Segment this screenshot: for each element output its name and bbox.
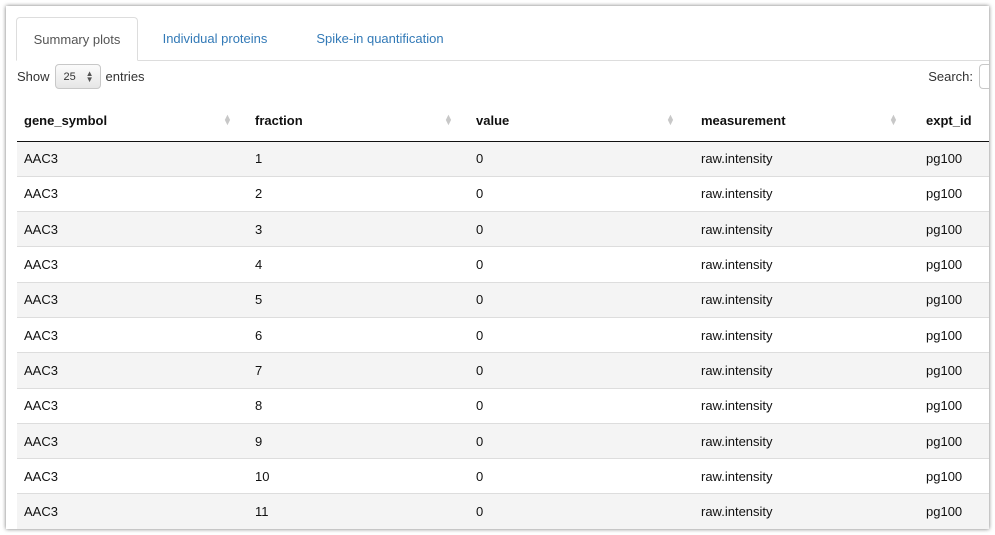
cell-measurement: raw.intensity <box>681 175 904 212</box>
cell-expt-id: pg100 <box>904 141 989 177</box>
cell-measurement: raw.intensity <box>681 316 904 353</box>
cell-expt-id: pg100 <box>904 281 989 318</box>
cell-value: 0 <box>459 493 681 529</box>
table-row: AAC3 10 0 raw.intensity pg100 <box>17 458 989 494</box>
column-header-fraction[interactable]: fraction ▲ ▼ <box>238 100 459 142</box>
cell-fraction: 10 <box>238 458 459 494</box>
cell-measurement: raw.intensity <box>681 493 904 529</box>
cell-measurement: raw.intensity <box>681 422 904 459</box>
table-header-row: gene_symbol ▲ ▼ fraction ▲ ▼ value ▲ ▼ meas… <box>17 100 989 142</box>
cell-measurement: raw.intensity <box>681 211 904 247</box>
tab-summary-plots[interactable]: Summary plots <box>16 17 138 61</box>
cell-gene-symbol: AAC3 <box>17 387 238 424</box>
cell-value: 0 <box>459 387 681 424</box>
cell-gene-symbol: AAC3 <box>17 316 238 353</box>
cell-measurement: raw.intensity <box>681 141 904 177</box>
sort-icon: ▲ ▼ <box>223 112 232 127</box>
cell-value: 0 <box>459 422 681 459</box>
table-row: AAC3 7 0 raw.intensity pg100 <box>17 352 989 389</box>
cell-expt-id: pg100 <box>904 352 989 389</box>
select-arrows-icon: ▲ ▼ <box>85 68 94 84</box>
sort-icon: ▲ ▼ <box>666 112 675 127</box>
sort-icon: ▲ ▼ <box>444 112 453 127</box>
cell-measurement: raw.intensity <box>681 387 904 424</box>
cell-fraction: 9 <box>238 422 459 459</box>
cell-fraction: 8 <box>238 387 459 424</box>
table-row: AAC3 3 0 raw.intensity pg100 <box>17 211 989 247</box>
cell-fraction: 6 <box>238 316 459 353</box>
cell-fraction: 7 <box>238 352 459 389</box>
entries-select[interactable]: 25 ▲ ▼ <box>54 64 101 89</box>
cell-fraction: 4 <box>238 246 459 283</box>
tab-bar: Summary plots Individual proteins Spike-… <box>16 17 989 61</box>
cell-measurement: raw.intensity <box>681 281 904 318</box>
cell-fraction: 3 <box>238 211 459 247</box>
search-label: Search: <box>928 69 973 84</box>
cell-measurement: raw.intensity <box>681 352 904 389</box>
cell-value: 0 <box>459 141 681 177</box>
cell-gene-symbol: AAC3 <box>17 422 238 459</box>
cell-fraction: 1 <box>238 141 459 177</box>
table-row: AAC3 11 0 raw.intensity pg100 <box>17 493 989 529</box>
app-window: Summary plots Individual proteins Spike-… <box>6 6 989 529</box>
cell-gene-symbol: AAC3 <box>17 175 238 212</box>
cell-fraction: 5 <box>238 281 459 318</box>
column-header-value[interactable]: value ▲ ▼ <box>459 100 681 142</box>
column-header-label: fraction <box>255 112 303 128</box>
cell-gene-symbol: AAC3 <box>17 458 238 494</box>
column-header-label: gene_symbol <box>24 112 108 128</box>
cell-gene-symbol: AAC3 <box>17 211 238 247</box>
show-label: Show <box>17 69 50 84</box>
table-row: AAC3 1 0 raw.intensity pg100 <box>17 141 989 177</box>
cell-expt-id: pg100 <box>904 387 989 424</box>
cell-gene-symbol: AAC3 <box>17 352 238 389</box>
table-row: AAC3 2 0 raw.intensity pg100 <box>17 175 989 212</box>
cell-gene-symbol: AAC3 <box>17 493 238 529</box>
cell-measurement: raw.intensity <box>681 246 904 283</box>
cell-fraction: 11 <box>238 493 459 529</box>
search-control: Search: <box>928 64 989 89</box>
column-header-label: value <box>476 112 510 128</box>
table-row: AAC3 9 0 raw.intensity pg100 <box>17 422 989 459</box>
cell-gene-symbol: AAC3 <box>17 281 238 318</box>
column-header-label: expt_id <box>926 112 972 128</box>
table-row: AAC3 8 0 raw.intensity pg100 <box>17 387 989 424</box>
cell-value: 0 <box>459 316 681 353</box>
cell-value: 0 <box>459 352 681 389</box>
table-row: AAC3 5 0 raw.intensity pg100 <box>17 281 989 318</box>
tab-individual-proteins[interactable]: Individual proteins <box>145 17 285 59</box>
cell-value: 0 <box>459 281 681 318</box>
column-header-gene-symbol[interactable]: gene_symbol ▲ ▼ <box>17 100 238 142</box>
cell-gene-symbol: AAC3 <box>17 246 238 283</box>
search-input[interactable] <box>979 64 989 89</box>
cell-expt-id: pg100 <box>904 211 989 247</box>
cell-expt-id: pg100 <box>904 493 989 529</box>
column-header-measurement[interactable]: measurement ▲ ▼ <box>681 100 904 142</box>
table-row: AAC3 4 0 raw.intensity pg100 <box>17 246 989 283</box>
column-header-label: measurement <box>701 112 786 128</box>
entries-label: entries <box>105 69 145 84</box>
cell-value: 0 <box>459 175 681 212</box>
table-row: AAC3 6 0 raw.intensity pg100 <box>17 316 989 353</box>
column-header-expt-id[interactable]: expt_id <box>904 100 989 142</box>
entries-length-control: Show 25 ▲ ▼ entries <box>17 64 145 89</box>
cell-value: 0 <box>459 246 681 283</box>
cell-expt-id: pg100 <box>904 175 989 212</box>
cell-fraction: 2 <box>238 175 459 212</box>
cell-gene-symbol: AAC3 <box>17 141 238 177</box>
sort-icon: ▲ ▼ <box>889 112 898 127</box>
table-body: AAC3 1 0 raw.intensity pg100 AAC3 2 0 ra… <box>17 141 989 529</box>
entries-select-value: 25 <box>63 70 76 83</box>
cell-value: 0 <box>459 211 681 247</box>
cell-expt-id: pg100 <box>904 458 989 494</box>
cell-measurement: raw.intensity <box>681 458 904 494</box>
tab-spike-in-quantification[interactable]: Spike-in quantification <box>295 17 465 59</box>
cell-value: 0 <box>459 458 681 494</box>
cell-expt-id: pg100 <box>904 422 989 459</box>
cell-expt-id: pg100 <box>904 316 989 353</box>
cell-expt-id: pg100 <box>904 246 989 283</box>
data-table: gene_symbol ▲ ▼ fraction ▲ ▼ value ▲ ▼ meas… <box>17 100 989 529</box>
